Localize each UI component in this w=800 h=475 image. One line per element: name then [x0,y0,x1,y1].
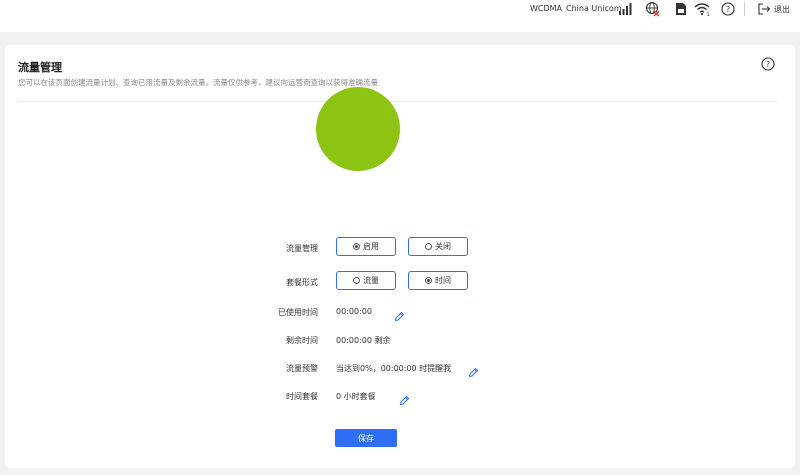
flow-mgmt-enable-radio[interactable]: 启用 [336,237,396,256]
alert-label: 流量预警 [286,364,318,373]
radio-unselected-icon [425,243,432,250]
carrier-name: China Unicom [566,4,622,13]
svg-text:?: ? [766,60,770,69]
used-time-value: 00:00:00 [336,307,372,316]
header-divider [18,101,778,102]
package-form-flow-radio[interactable]: 流量 [336,271,396,290]
alert-value: 当达到0%，00:00:00 时提醒我 [336,364,452,373]
save-button[interactable]: 保存 [335,429,397,447]
wifi-icon[interactable]: 1 [694,1,710,17]
topbar-separator [744,2,745,16]
svg-text:?: ? [726,5,730,14]
usage-pie-chart [316,87,400,171]
page-title: 流量管理 [18,61,62,74]
package-form-time-label: 时间 [435,276,451,285]
network-type: WCDMA [530,4,563,13]
edit-used-time-icon[interactable] [394,307,405,322]
edit-alert-icon[interactable] [468,363,479,378]
svg-text:1: 1 [707,12,710,16]
logout-link[interactable]: 退出 [774,4,790,15]
flow-mgmt-enable-label: 启用 [363,242,379,251]
package-form-label: 套餐形式 [286,278,318,287]
radio-selected-icon [425,277,432,284]
logout-icon[interactable] [756,1,772,17]
flow-mgmt-disable-radio[interactable]: 关闭 [408,237,468,256]
package-form-flow-label: 流量 [363,276,379,285]
edit-time-package-icon[interactable] [399,391,410,406]
used-time-label: 已使用时间 [278,308,318,317]
top-status-bar: WCDMA China Unicom 1 ? 退出 [0,0,800,32]
page-help-icon[interactable]: ? [761,56,775,75]
flow-mgmt-disable-label: 关闭 [435,242,451,251]
time-package-value: 0 小时套餐 [336,392,376,401]
flow-mgmt-label: 流量管理 [286,244,318,253]
radio-selected-icon [353,243,360,250]
sim-card-icon[interactable] [673,1,689,17]
remaining-time-label: 剩余时间 [286,336,318,345]
signal-strength-icon [617,1,633,17]
help-icon[interactable]: ? [720,1,736,17]
globe-disconnected-icon[interactable] [645,1,661,17]
time-package-label: 时间套餐 [286,392,318,401]
radio-unselected-icon [353,277,360,284]
page-description: 您可以在该页面创建流量计划、查询已用流量及剩余流量。流量仅供参考，建议向运营商查… [18,78,378,87]
remaining-time-value: 00:00:00 剩余 [336,336,391,345]
package-form-time-radio[interactable]: 时间 [408,271,468,290]
